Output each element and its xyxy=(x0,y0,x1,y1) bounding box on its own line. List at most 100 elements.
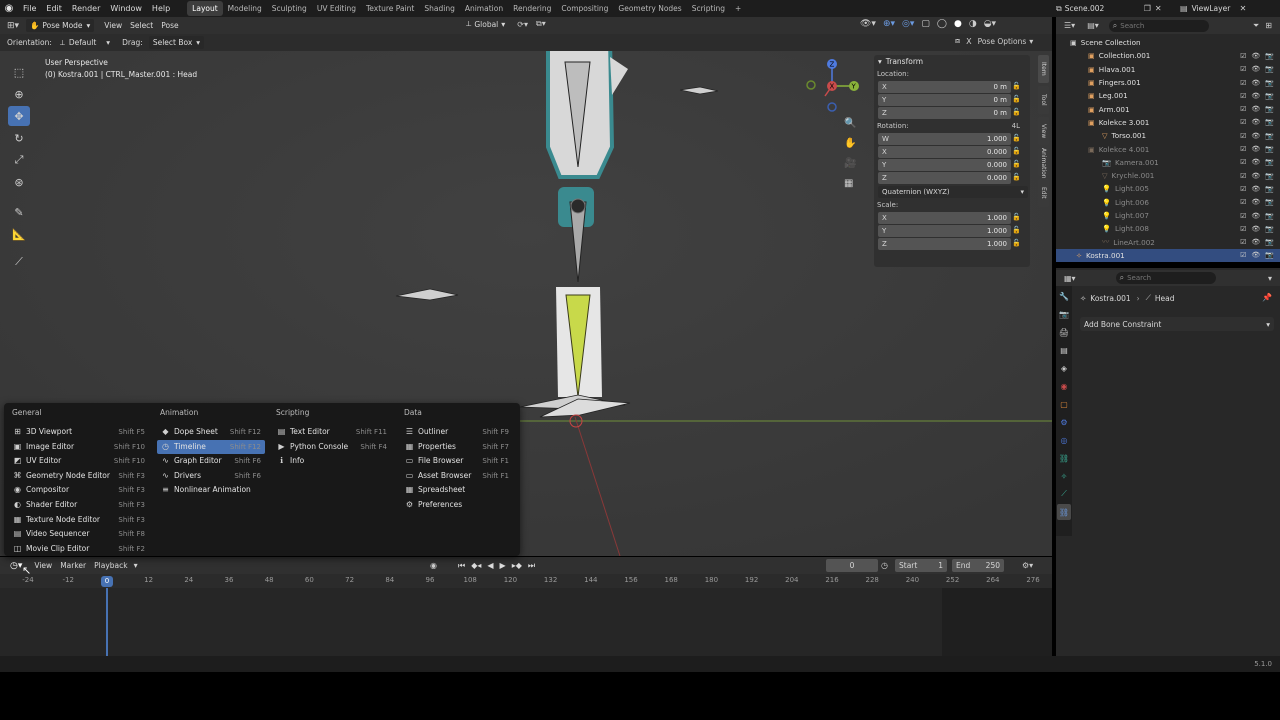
tab-texture-paint[interactable]: Texture Paint xyxy=(361,1,419,16)
menu-item-nonlinear-animation[interactable]: ≡ Nonlinear Animation xyxy=(157,483,265,497)
menu-item-image-editor[interactable]: ▣ Image Editor Shift F10 xyxy=(9,440,149,454)
eye-icon[interactable]: 👁 xyxy=(1251,238,1260,246)
lock-icon[interactable]: 🔓 xyxy=(1012,95,1021,103)
field-location-y[interactable]: Y 0 m xyxy=(878,94,1011,106)
checkbox-icon[interactable]: ☑ xyxy=(1240,172,1246,180)
rotation-mode-dropdown[interactable]: Quaternion (WXYZ) ▾ xyxy=(878,186,1028,198)
checkbox-icon[interactable]: ☑ xyxy=(1240,212,1246,220)
lock-icon[interactable]: 🔓 xyxy=(1012,173,1021,181)
menu-item-properties[interactable]: ▦ Properties Shift F7 xyxy=(401,440,513,454)
tab-modeling[interactable]: Modeling xyxy=(223,1,267,16)
end-frame-field[interactable]: End 250 xyxy=(952,559,1004,572)
menu-edit[interactable]: Edit xyxy=(41,0,67,17)
grid-icon[interactable]: ▦ xyxy=(844,178,853,189)
checkbox-icon[interactable]: ☑ xyxy=(1240,251,1246,259)
editor-type-icon[interactable]: ⊞▾ xyxy=(0,21,26,31)
camera-icon[interactable]: 🎥 xyxy=(844,158,856,169)
checkbox-icon[interactable]: ☑ xyxy=(1240,105,1246,113)
outliner-row[interactable]: ▣ Kolekce 4.001 ☑ 👁 📷 xyxy=(1056,142,1280,155)
eye-icon[interactable]: 👁 xyxy=(1251,65,1260,73)
outliner-row[interactable]: ▣ Kolekce 3.001 ☑ 👁 📷 xyxy=(1056,116,1280,129)
rotate-icon[interactable]: ↻ xyxy=(8,128,30,148)
menu-item-asset-browser[interactable]: ▭ Asset Browser Shift F1 xyxy=(401,469,513,483)
record-icon[interactable]: ◉ xyxy=(430,561,437,570)
menu-item-file-browser[interactable]: ▭ File Browser Shift F1 xyxy=(401,454,513,468)
render-icon[interactable]: 📷 xyxy=(1265,52,1274,60)
menu-item-graph-editor[interactable]: ∿ Graph Editor Shift F6 xyxy=(157,454,265,468)
tab-compositing[interactable]: Compositing xyxy=(556,1,613,16)
field-rotation-y[interactable]: Y 0.000 xyxy=(878,159,1011,171)
outliner-row[interactable]: ▽ Krychle.001 ☑ 👁 📷 xyxy=(1056,169,1280,182)
lock-icon[interactable]: 🔓 xyxy=(1012,108,1021,116)
cursor-icon[interactable]: ⊕ xyxy=(8,84,30,104)
outliner-row[interactable]: 📷 Kamera.001 ☑ 👁 📷 xyxy=(1056,156,1280,169)
menu-item-shader-editor[interactable]: ◐ Shader Editor Shift F3 xyxy=(9,498,149,512)
render-icon[interactable]: 📷 xyxy=(1265,145,1274,153)
menu-item-preferences[interactable]: ⚙ Preferences xyxy=(401,498,513,512)
pose-options-button[interactable]: Pose Options xyxy=(978,37,1027,46)
eye-icon[interactable]: 👁 xyxy=(1251,198,1260,206)
menu-item-movie-clip-editor[interactable]: ◫ Movie Clip Editor Shift F2 xyxy=(9,542,149,556)
chevron-down-icon[interactable]: ▾ xyxy=(1268,274,1272,283)
timer-icon[interactable]: ◷ xyxy=(881,561,888,570)
timeline-menu-playback[interactable]: Playback xyxy=(90,559,131,572)
outliner-search[interactable]: ⌕ Search xyxy=(1108,19,1209,32)
outliner-row[interactable]: ▣ Fingers.001 ☑ 👁 📷 xyxy=(1056,76,1280,89)
eye-icon[interactable]: 👁 xyxy=(1251,225,1260,233)
add-bone-constraint-dropdown[interactable]: Add Bone Constraint ▾ xyxy=(1080,317,1274,331)
outliner-row[interactable]: ▣ Hlava.001 ☑ 👁 📷 xyxy=(1056,63,1280,76)
pan-icon[interactable]: ✋ xyxy=(844,138,856,149)
modifier-tab-icon[interactable]: ⚙ xyxy=(1057,414,1071,430)
x-mirror-icon[interactable]: X xyxy=(966,37,971,46)
checkbox-icon[interactable]: ☑ xyxy=(1240,225,1246,233)
timeline-menu-view[interactable]: View xyxy=(30,559,56,572)
play-icon[interactable]: ▶ xyxy=(500,561,506,570)
eye-icon[interactable]: 👁 xyxy=(1251,145,1260,153)
field-scale-x[interactable]: X 1.000 xyxy=(878,212,1011,224)
outliner-row[interactable]: 〰 LineArt.002 ☑ 👁 📷 xyxy=(1056,235,1280,248)
sidebar-tab-animation[interactable]: Animation xyxy=(1038,148,1049,179)
menu-file[interactable]: File xyxy=(18,0,41,17)
render-icon[interactable]: 📷 xyxy=(1265,225,1274,233)
lock-icon[interactable]: 🔓 xyxy=(1012,239,1021,247)
world-tab-icon[interactable]: ◉ xyxy=(1057,378,1071,394)
render-icon[interactable]: 📷 xyxy=(1265,251,1274,259)
tab--[interactable]: + xyxy=(730,1,746,16)
transform-icon[interactable]: ⊛ xyxy=(8,172,30,192)
object-constraint-tab-icon[interactable]: ⛓ xyxy=(1057,450,1071,466)
output-tab-icon[interactable]: 🖨 xyxy=(1057,324,1071,340)
menu-item-dope-sheet[interactable]: ◆ Dope Sheet Shift F12 xyxy=(157,425,265,439)
jump-start-icon[interactable]: ⏮ xyxy=(458,561,465,571)
menu-item-info[interactable]: ℹ Info xyxy=(273,454,391,468)
menu-select[interactable]: Select xyxy=(126,19,157,32)
solid-shading-icon[interactable]: ● xyxy=(954,19,962,29)
outliner-editor-icon[interactable]: ☰▾ xyxy=(1064,21,1075,30)
render-icon[interactable]: 📷 xyxy=(1265,185,1274,193)
copy-icon[interactable]: ❐ xyxy=(1144,4,1151,13)
eye-icon[interactable]: 👁 xyxy=(1251,52,1260,60)
render-icon[interactable]: 📷 xyxy=(1265,92,1274,100)
render-icon[interactable]: 📷 xyxy=(1265,118,1274,126)
outliner-row[interactable]: ▽ Torso.001 ☑ 👁 📷 xyxy=(1056,129,1280,142)
timeline-menu-marker[interactable]: Marker xyxy=(56,559,90,572)
checkbox-icon[interactable]: ☑ xyxy=(1240,118,1246,126)
start-frame-field[interactable]: Start 1 xyxy=(895,559,947,572)
transform-header[interactable]: ▾ Transform xyxy=(874,55,1030,68)
render-icon[interactable]: 📷 xyxy=(1265,65,1274,73)
outliner-row[interactable]: ▣ Leg.001 ☑ 👁 📷 xyxy=(1056,89,1280,102)
current-frame-field[interactable]: 0 xyxy=(826,559,878,572)
eye-icon[interactable]: 👁 xyxy=(1251,251,1260,259)
gizmo-icon[interactable]: ⊕▾ xyxy=(883,19,895,29)
menu-item-spreadsheet[interactable]: ▦ Spreadsheet xyxy=(401,483,513,497)
menu-item-geometry-node-editor[interactable]: ⌘ Geometry Node Editor Shift F3 xyxy=(9,469,149,483)
view-layer-selector[interactable]: ▤ ViewLayer ✕ xyxy=(1180,1,1246,16)
menu-item-compositor[interactable]: ◉ Compositor Shift F3 xyxy=(9,483,149,497)
close-icon[interactable]: ✕ xyxy=(1155,4,1162,13)
outliner-row[interactable]: ✧ Kostra.001 ☑ 👁 📷 xyxy=(1056,248,1280,263)
orientation-dropdown[interactable]: ⟂ Default ▾ xyxy=(60,38,110,48)
armature-data-tab-icon[interactable]: ✧ xyxy=(1057,468,1071,484)
playhead-frame[interactable]: 0 xyxy=(101,576,113,587)
field-rotation-z[interactable]: Z 0.000 xyxy=(878,172,1011,184)
field-location-z[interactable]: Z 0 m xyxy=(878,107,1011,119)
render-icon[interactable]: 📷 xyxy=(1265,105,1274,113)
